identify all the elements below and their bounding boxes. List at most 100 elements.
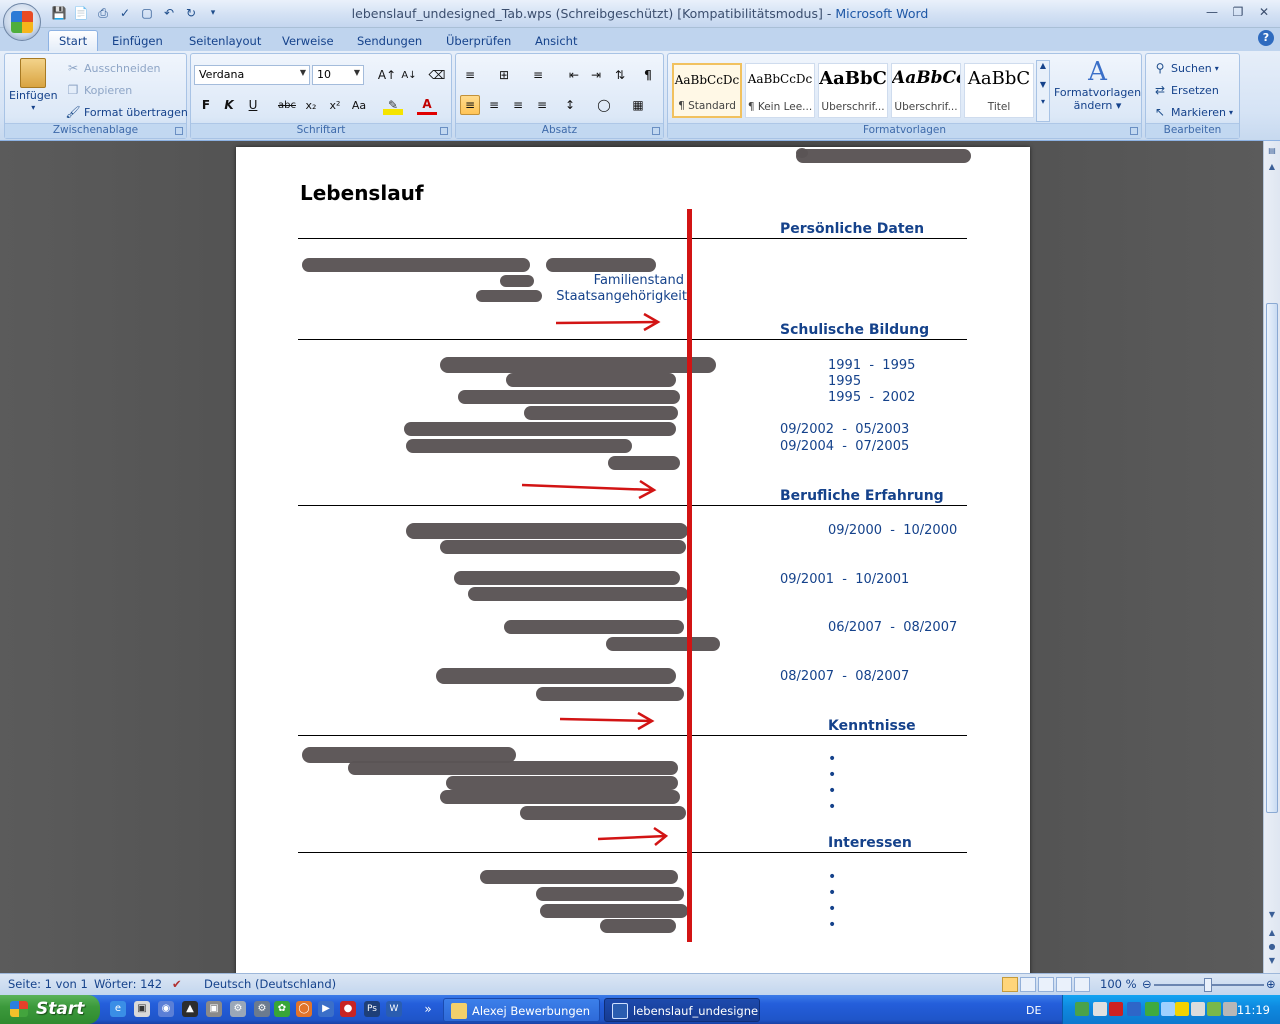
next-page-icon[interactable]: ▼: [1266, 955, 1278, 967]
dialog-launcher-icon[interactable]: [1130, 127, 1138, 135]
quicklaunch-icon[interactable]: ●: [340, 1001, 356, 1017]
tray-icon[interactable]: [1191, 1002, 1205, 1016]
subscript-icon[interactable]: x₂: [301, 95, 321, 115]
tab-ansicht[interactable]: Ansicht: [535, 30, 577, 51]
align-left-icon[interactable]: ≡: [460, 95, 480, 115]
italic-icon[interactable]: K: [219, 95, 239, 115]
decrease-indent-icon[interactable]: ⇤: [564, 65, 584, 85]
word-count[interactable]: Wörter: 142: [94, 977, 162, 991]
quicklaunch-icon[interactable]: ✿: [274, 1001, 290, 1017]
quicklaunch-icon[interactable]: ▶: [318, 1001, 334, 1017]
office-button[interactable]: [3, 3, 41, 41]
task-explorer[interactable]: Alexej Bewerbungen: [443, 998, 600, 1022]
paste-button[interactable]: Einfügen ▾: [9, 58, 58, 112]
style-title[interactable]: AaBbC Titel: [964, 63, 1034, 118]
multilevel-list-icon[interactable]: ≡: [528, 65, 548, 85]
style-standard[interactable]: AaBbCcDc ¶ Standard: [672, 63, 742, 118]
document-page[interactable]: Lebenslauf Persönliche Daten Familiensta…: [236, 147, 1030, 973]
firefox-icon[interactable]: ◯: [296, 1001, 312, 1017]
tray-icon[interactable]: [1127, 1002, 1141, 1016]
change-styles-button[interactable]: A Formatvorlagen ändern ▾: [1054, 58, 1141, 112]
dialog-launcher-icon[interactable]: [175, 127, 183, 135]
task-word[interactable]: lebenslauf_undesigne...: [604, 998, 760, 1022]
style-no-spacing[interactable]: AaBbCcDc ¶ Kein Lee...: [745, 63, 815, 118]
restore-icon[interactable]: ❐: [1226, 3, 1250, 21]
numbering-icon[interactable]: ⊞: [494, 65, 514, 85]
borders-icon[interactable]: ▦: [628, 95, 648, 115]
quicklaunch-overflow-icon[interactable]: »: [420, 1001, 436, 1017]
tab-ueberpruefen[interactable]: Überprüfen: [446, 30, 511, 51]
full-screen-view-icon[interactable]: [1020, 977, 1036, 992]
show-marks-icon[interactable]: ¶: [638, 65, 658, 85]
shading-icon[interactable]: ◯: [594, 95, 614, 115]
draft-view-icon[interactable]: [1074, 977, 1090, 992]
font-name-select[interactable]: Verdana ▼: [194, 65, 310, 85]
photoshop-icon[interactable]: Ps: [364, 1001, 380, 1017]
align-right-icon[interactable]: ≡: [508, 95, 528, 115]
tray-icon[interactable]: [1207, 1002, 1221, 1016]
page-counter[interactable]: Seite: 1 von 1: [8, 977, 88, 991]
tab-seitenlayout[interactable]: Seitenlayout: [189, 30, 261, 51]
tray-icon[interactable]: [1145, 1002, 1159, 1016]
tray-icon[interactable]: [1093, 1002, 1107, 1016]
ruler-toggle-icon[interactable]: ▤: [1266, 145, 1278, 157]
superscript-icon[interactable]: x²: [325, 95, 345, 115]
close-icon[interactable]: ✕: [1252, 3, 1276, 21]
align-center-icon[interactable]: ≡: [484, 95, 504, 115]
scrollbar-thumb[interactable]: [1266, 303, 1278, 813]
tab-einfuegen[interactable]: Einfügen: [112, 30, 163, 51]
strikethrough-icon[interactable]: abc: [277, 95, 297, 115]
shrink-font-icon[interactable]: A↓: [399, 65, 419, 85]
language-indicator[interactable]: Deutsch (Deutschland): [204, 977, 336, 991]
scroll-up-icon[interactable]: ▲: [1266, 161, 1278, 173]
change-case-icon[interactable]: Aa: [349, 95, 369, 115]
cut-button[interactable]: ✂ Ausschneiden: [65, 60, 161, 76]
tab-verweise[interactable]: Verweise: [282, 30, 334, 51]
proofing-icon[interactable]: ✔: [172, 977, 182, 991]
quicklaunch-icon[interactable]: ⚙: [254, 1001, 270, 1017]
select-button[interactable]: ↖ Markieren ▾: [1152, 104, 1233, 120]
chevron-up-icon[interactable]: ▲: [1037, 61, 1049, 70]
input-language[interactable]: DE: [1026, 1004, 1041, 1017]
quicklaunch-icon[interactable]: ◉: [158, 1001, 174, 1017]
bold-icon[interactable]: F: [196, 95, 216, 115]
vertical-scrollbar[interactable]: ▤ ▲ ▼ ▲ ● ▼: [1263, 141, 1280, 973]
ie-icon[interactable]: e: [110, 1001, 126, 1017]
quicklaunch-icon[interactable]: ⚙: [230, 1001, 246, 1017]
more-icon[interactable]: ▾: [1037, 97, 1049, 106]
start-button[interactable]: Start: [0, 995, 100, 1024]
help-icon[interactable]: ?: [1258, 30, 1274, 46]
styles-gallery-scroll[interactable]: ▲ ▼ ▾: [1036, 60, 1050, 122]
show-desktop-icon[interactable]: ▣: [134, 1001, 150, 1017]
minimize-icon[interactable]: —: [1200, 3, 1224, 21]
tab-sendungen[interactable]: Sendungen: [357, 30, 422, 51]
underline-icon[interactable]: U: [243, 95, 263, 115]
zoom-slider-handle[interactable]: [1204, 978, 1212, 992]
tray-antivirus-icon[interactable]: [1109, 1002, 1123, 1016]
outline-view-icon[interactable]: [1056, 977, 1072, 992]
scroll-down-icon[interactable]: ▼: [1266, 909, 1278, 921]
dialog-launcher-icon[interactable]: [652, 127, 660, 135]
zoom-level[interactable]: 100 %: [1100, 977, 1137, 991]
web-layout-view-icon[interactable]: [1038, 977, 1054, 992]
browse-object-icon[interactable]: ●: [1266, 941, 1278, 953]
tray-volume-icon[interactable]: [1223, 1002, 1237, 1016]
replace-button[interactable]: ⇄ Ersetzen: [1152, 82, 1219, 98]
style-heading-1[interactable]: AaBbC Überschrif...: [818, 63, 888, 118]
highlight-icon[interactable]: ✎: [383, 95, 403, 115]
quicklaunch-icon[interactable]: ▣: [206, 1001, 222, 1017]
print-layout-view-icon[interactable]: [1002, 977, 1018, 992]
find-button[interactable]: ⚲ Suchen ▾: [1152, 60, 1219, 76]
word-icon[interactable]: W: [386, 1001, 402, 1017]
previous-page-icon[interactable]: ▲: [1266, 927, 1278, 939]
increase-indent-icon[interactable]: ⇥: [586, 65, 606, 85]
format-painter-button[interactable]: 🖌 Format übertragen: [65, 104, 187, 120]
tray-network-icon[interactable]: [1075, 1002, 1089, 1016]
clock[interactable]: 11:19: [1237, 1003, 1270, 1017]
quicklaunch-icon[interactable]: ▲: [182, 1001, 198, 1017]
style-heading-2[interactable]: AaBbCc Überschrif...: [891, 63, 961, 118]
zoom-in-icon[interactable]: ⊕: [1266, 977, 1276, 991]
zoom-out-icon[interactable]: ⊖: [1142, 977, 1152, 991]
document-workspace[interactable]: Lebenslauf Persönliche Daten Familiensta…: [0, 141, 1263, 973]
bullets-icon[interactable]: ≡: [460, 65, 480, 85]
